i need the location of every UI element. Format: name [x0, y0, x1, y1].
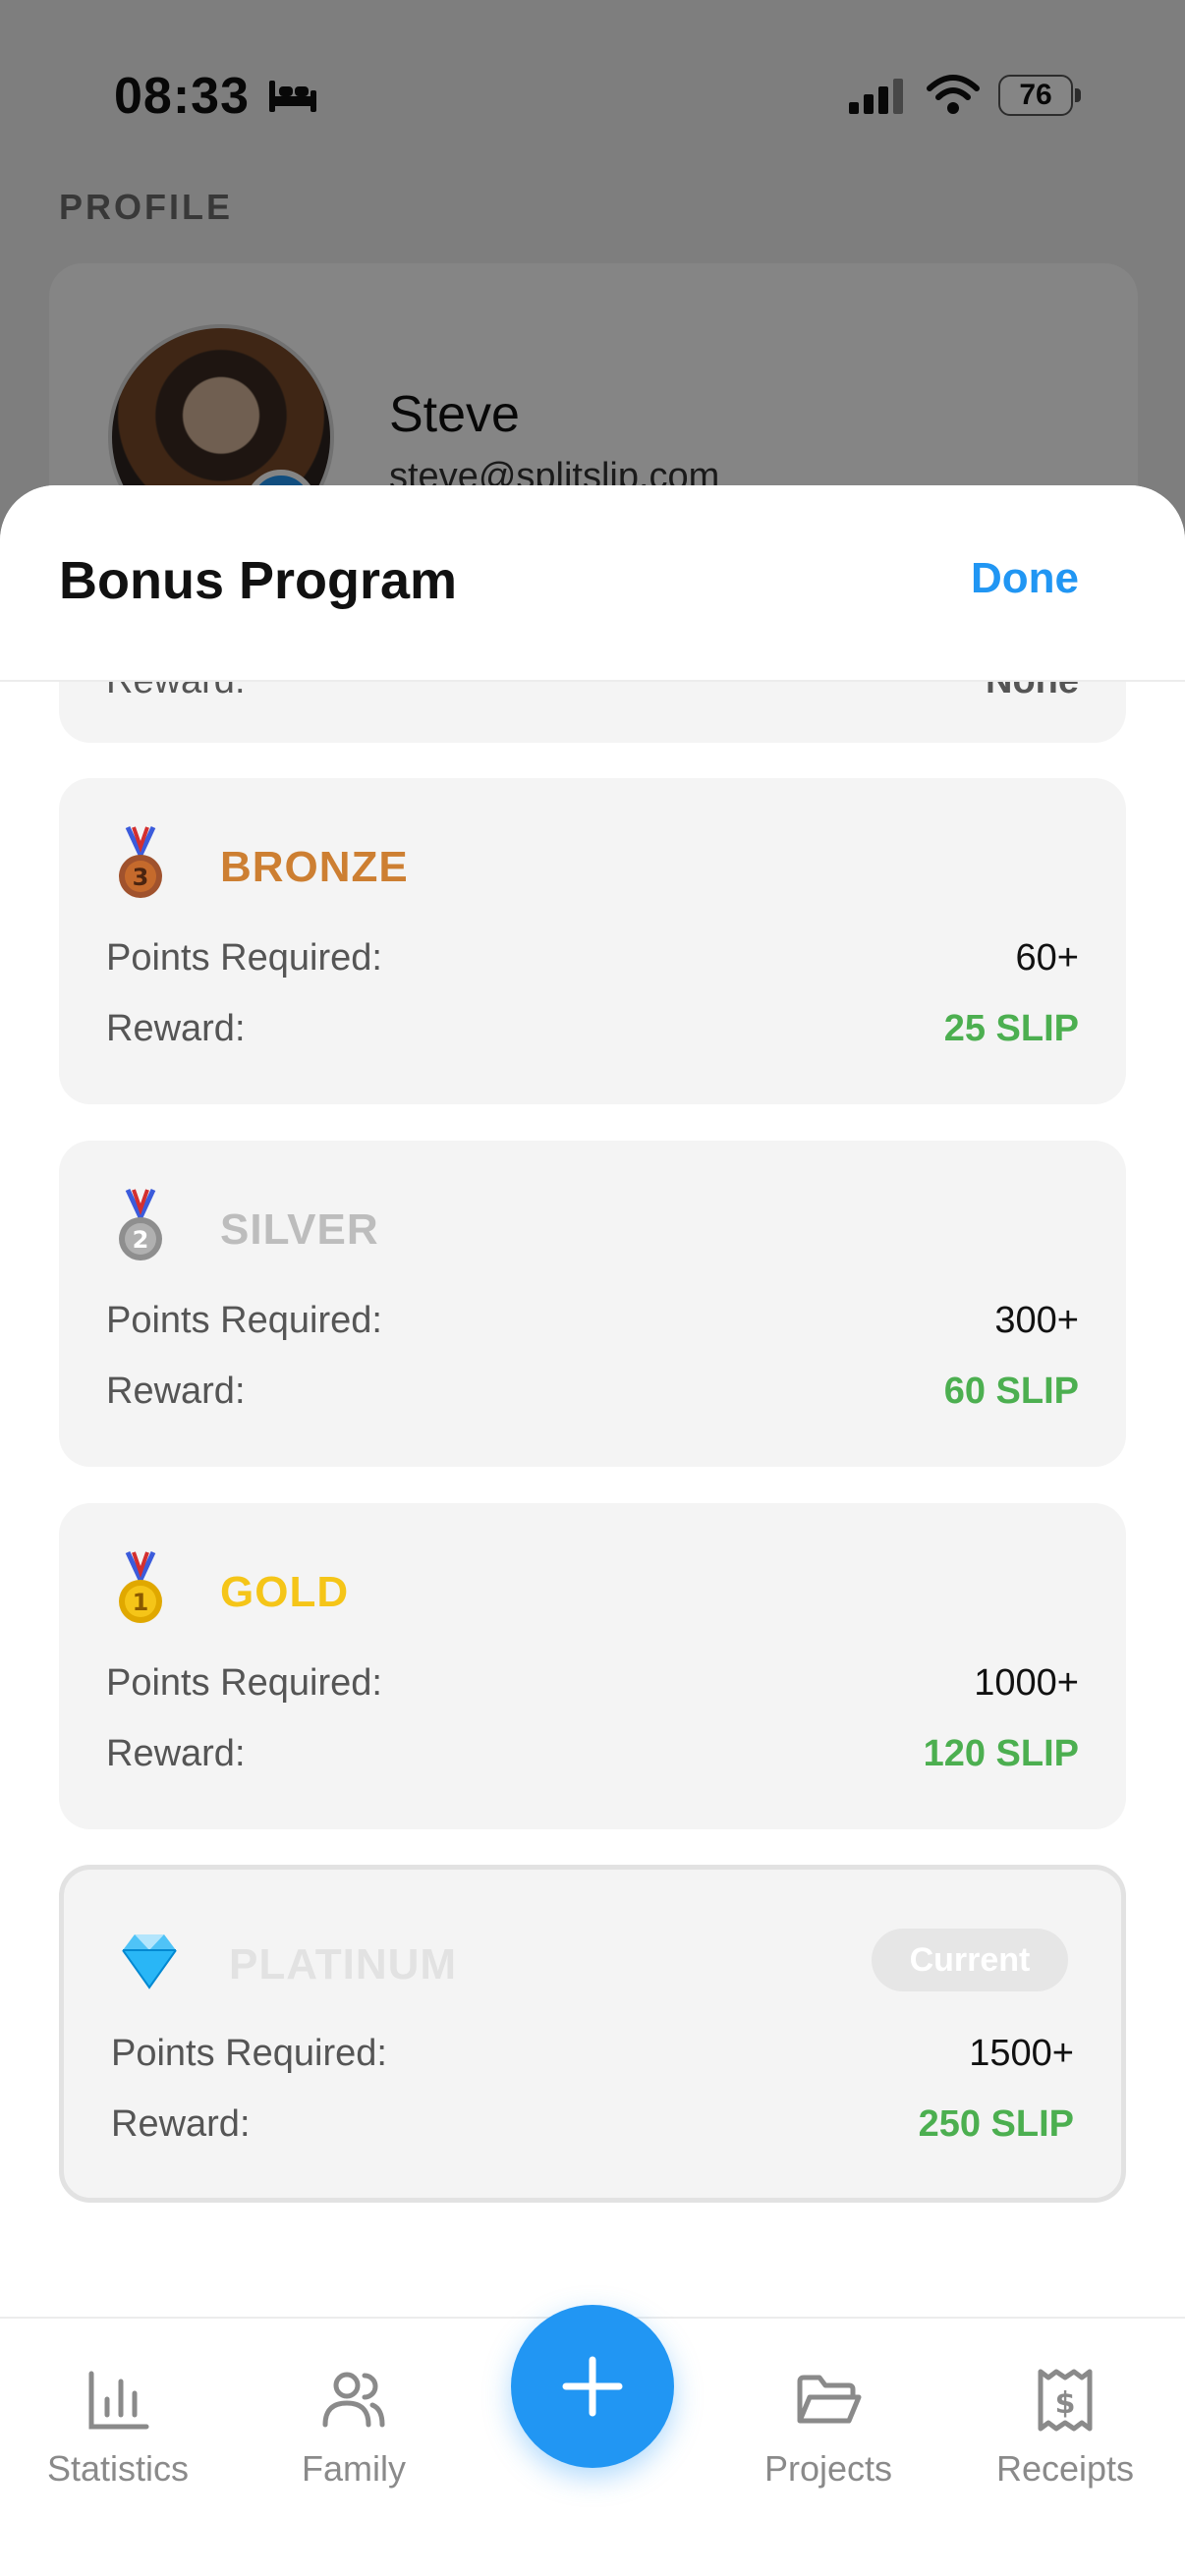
points-value: 300+	[994, 1300, 1079, 1341]
tab-label: Projects	[763, 2448, 893, 2489]
points-row: Points Required: 60+	[106, 937, 1079, 986]
svg-text:2: 2	[133, 1226, 149, 1254]
reward-label: Reward:	[106, 1371, 246, 1412]
tab-statistics[interactable]: Statistics	[20, 2366, 216, 2513]
done-button[interactable]: Done	[971, 554, 1079, 603]
svg-text:3: 3	[133, 864, 149, 891]
diamond-icon	[122, 1934, 177, 1989]
reward-row: Reward: 120 SLIP	[106, 1733, 1079, 1782]
silver-medal-icon: 2	[119, 1188, 162, 1260]
reward-value: 25 SLIP	[943, 1008, 1079, 1049]
reward-value: 250 SLIP	[918, 2103, 1074, 2145]
background-profile-screen: 08:33 76 PROFILE Steve steve@splitslip.c…	[0, 0, 1185, 578]
points-row: Points Required: 1500+	[111, 2033, 1074, 2082]
reward-label: Reward:	[111, 2103, 251, 2145]
reward-row: Reward: 60 SLIP	[106, 1371, 1079, 1420]
tab-family[interactable]: Family	[255, 2366, 452, 2513]
points-value: 60+	[1015, 937, 1079, 979]
points-label: Points Required:	[106, 937, 382, 979]
tier-name: GOLD	[220, 1568, 350, 1616]
tab-label: Receipts	[995, 2448, 1135, 2489]
modal-dim-overlay[interactable]	[0, 0, 1185, 550]
reward-row: Reward: 250 SLIP	[111, 2103, 1074, 2153]
tier-name: PLATINUM	[229, 1940, 458, 1988]
bottom-tab-bar: Statistics Family Projects $ Receipts	[0, 2305, 1185, 2576]
tier-name: SILVER	[220, 1205, 379, 1254]
points-value: 1000+	[974, 1662, 1079, 1704]
points-label: Points Required:	[111, 2033, 387, 2074]
receipt-icon: $	[1038, 2369, 1093, 2432]
reward-row: Reward: 25 SLIP	[106, 1008, 1079, 1057]
sheet-title: Bonus Program	[59, 551, 458, 610]
add-button[interactable]	[511, 2305, 674, 2468]
tier-card-silver: 2 SILVER Points Required: 300+ Reward: 6…	[59, 1141, 1126, 1467]
bonus-program-sheet: Bonus Program Done Reward: None 3 BRONZE	[0, 485, 1185, 2576]
svg-text:$: $	[1055, 2386, 1076, 2421]
reward-value: 60 SLIP	[943, 1371, 1079, 1412]
tier-card-gold: 1 GOLD Points Required: 1000+ Reward: 12…	[59, 1503, 1126, 1829]
reward-label: Reward:	[106, 1008, 246, 1049]
points-label: Points Required:	[106, 1662, 382, 1704]
sheet-header: Bonus Program Done	[0, 485, 1185, 682]
tier-card-bronze: 3 BRONZE Points Required: 60+ Reward: 25…	[59, 778, 1126, 1104]
tab-label: Family	[302, 2448, 406, 2489]
current-tier-badge: Current	[872, 1929, 1068, 1991]
points-value: 1500+	[969, 2033, 1074, 2074]
points-row: Points Required: 300+	[106, 1300, 1079, 1349]
plus-icon	[562, 2356, 623, 2417]
tab-projects[interactable]: Projects	[730, 2366, 927, 2513]
users-icon	[322, 2372, 385, 2428]
gold-medal-icon: 1	[119, 1550, 162, 1623]
points-row: Points Required: 1000+	[106, 1662, 1079, 1711]
reward-label: Reward:	[106, 1733, 246, 1774]
folder-icon	[797, 2375, 862, 2424]
bronze-medal-icon: 3	[119, 825, 162, 898]
tab-receipts[interactable]: $ Receipts	[967, 2366, 1163, 2513]
svg-text:1: 1	[133, 1589, 149, 1616]
points-label: Points Required:	[106, 1300, 382, 1341]
tier-card-platinum: PLATINUM Current Points Required: 1500+ …	[59, 1865, 1126, 2203]
reward-value: 120 SLIP	[923, 1733, 1079, 1774]
bar-chart-icon	[88, 2371, 149, 2430]
tab-label: Statistics	[46, 2448, 190, 2489]
tier-name: BRONZE	[220, 843, 409, 891]
